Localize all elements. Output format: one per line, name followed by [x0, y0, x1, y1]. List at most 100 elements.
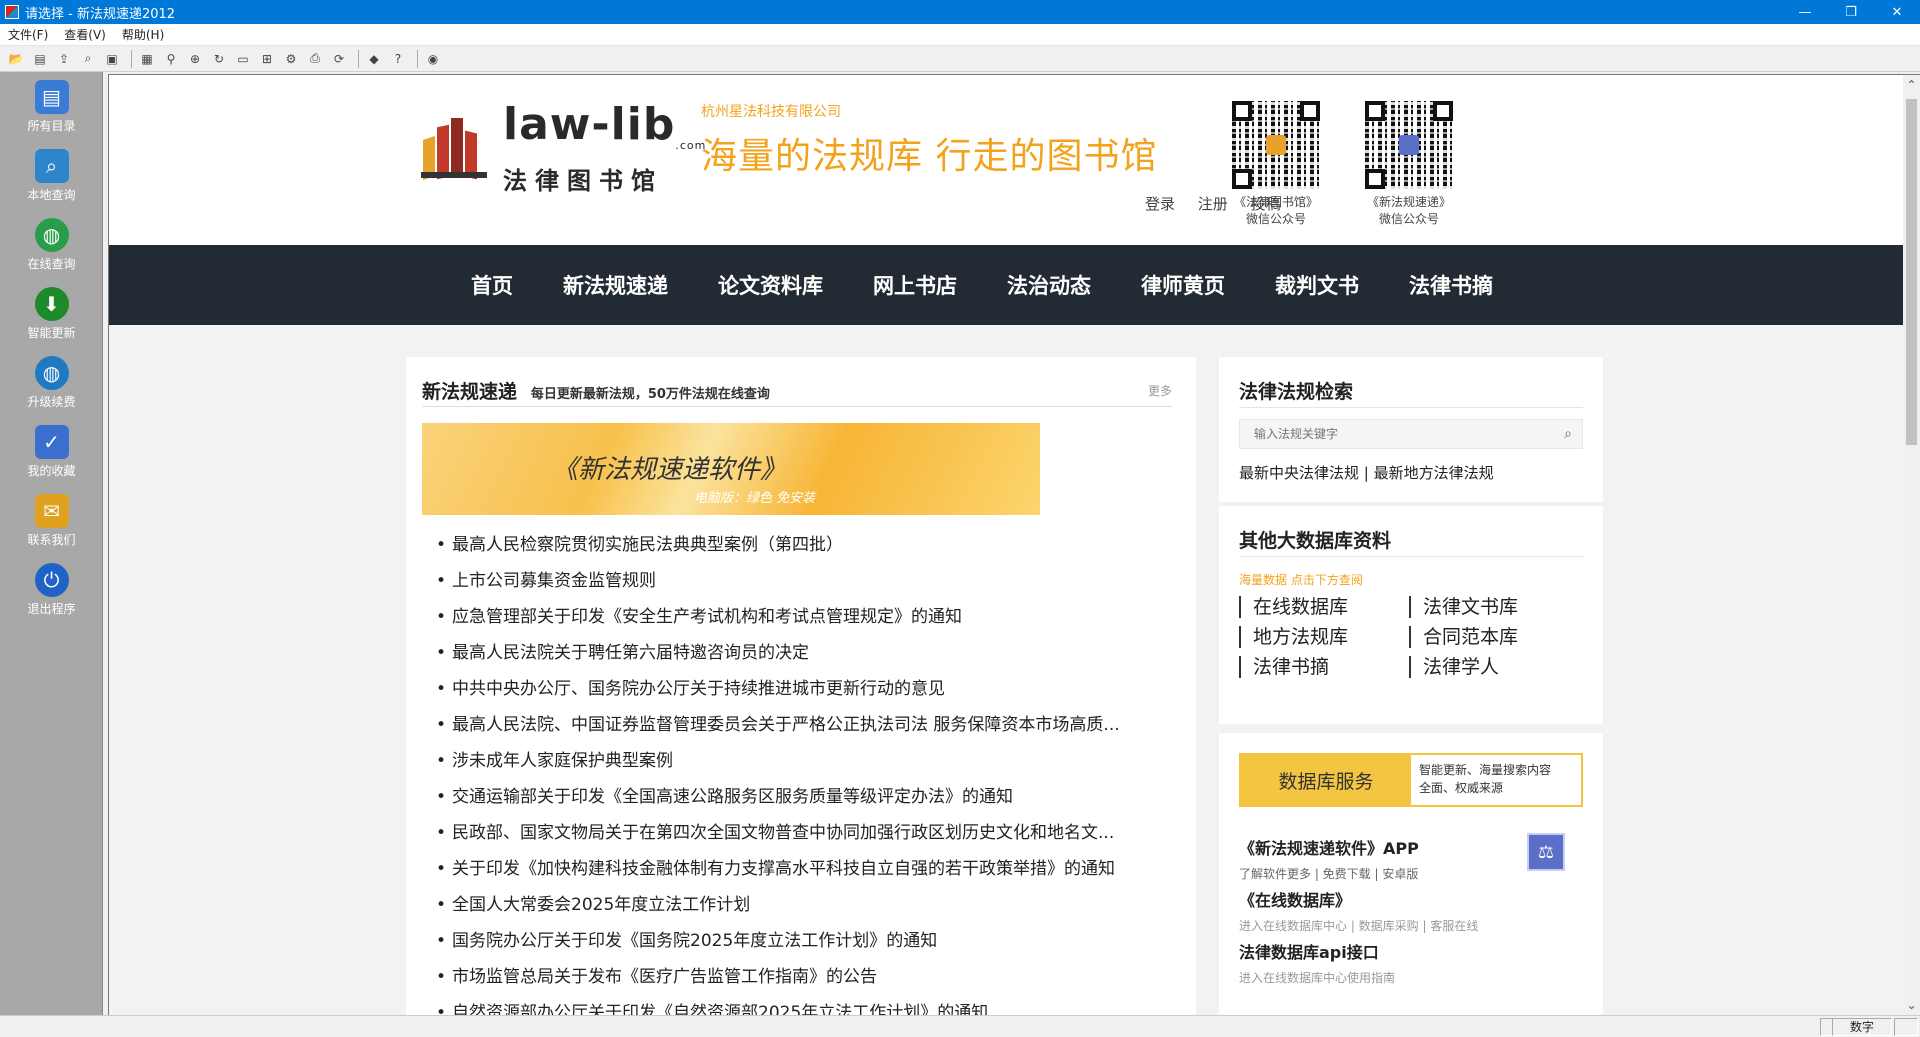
- news-item[interactable]: 民政部、国家文物局关于在第四次全国文物普查中协同加强行政区划历史文化和地名文..…: [436, 815, 1176, 851]
- news-item[interactable]: 中共中央办公厅、国务院办公厅关于持续推进城市更新行动的意见: [436, 671, 1176, 707]
- minimize-button[interactable]: —: [1782, 0, 1828, 24]
- news-item[interactable]: 自然资源部办公厅关于印发《自然资源部2025年立法工作计划》的通知: [436, 995, 1176, 1015]
- software-banner[interactable]: 《新法规速递软件》 电脑版：绿色 免安装: [422, 423, 1040, 515]
- nav-home[interactable]: 首页: [471, 270, 513, 300]
- menu-help[interactable]: 帮助(H): [114, 26, 172, 43]
- network-icon[interactable]: ⊞: [257, 49, 277, 69]
- service-item-api: 法律数据库api接口 进入在线数据库中心使用指南: [1239, 939, 1395, 986]
- more-link[interactable]: 更多: [1148, 382, 1172, 399]
- database-link[interactable]: 合同范本库: [1409, 626, 1579, 648]
- divider: [1239, 407, 1583, 408]
- news-item[interactable]: 全国人大常委会2025年度立法工作计划: [436, 887, 1176, 923]
- scroll-up-icon[interactable]: ⌃: [1903, 77, 1920, 94]
- power-icon: ⏻: [34, 562, 69, 597]
- vertical-scrollbar[interactable]: ⌃ ⌄: [1903, 75, 1920, 1015]
- database-link[interactable]: 在线数据库: [1239, 596, 1409, 618]
- nav-digests[interactable]: 法律书摘: [1409, 270, 1493, 300]
- sidebar-item-upgrade[interactable]: ◍ 升级续费: [0, 348, 103, 417]
- qr-law-library: 《法律图书馆》 微信公众号: [1231, 101, 1321, 227]
- nav-bookstore[interactable]: 网上书店: [873, 270, 957, 300]
- qr-new-regulations: 《新法规速递》 微信公众号: [1364, 101, 1454, 227]
- service-item-title[interactable]: 法律数据库api接口: [1239, 939, 1395, 963]
- globe-icon: ◍: [34, 217, 69, 252]
- scroll-down-icon[interactable]: ⌄: [1903, 997, 1920, 1014]
- menu-view[interactable]: 查看(V): [56, 26, 114, 43]
- menu-file[interactable]: 文件(F): [0, 26, 56, 43]
- sidebar-item-contact[interactable]: ✉ 联系我们: [0, 486, 103, 555]
- help-icon[interactable]: ?: [388, 49, 408, 69]
- update-icon[interactable]: ⟳: [329, 49, 349, 69]
- database-link[interactable]: 法律学人: [1409, 656, 1579, 678]
- nav-judgments[interactable]: 裁判文书: [1275, 270, 1359, 300]
- title-bar: 请选择 - 新法规速递2012 — ❐ ✕: [0, 0, 1920, 24]
- search-box: ⌕: [1239, 419, 1583, 449]
- about-icon[interactable]: ◉: [423, 49, 443, 69]
- service-item-links[interactable]: 了解软件更多 | 免费下载 | 安卓版: [1239, 865, 1419, 882]
- menu-bar: 文件(F) 查看(V) 帮助(H): [0, 24, 1920, 46]
- nav-new-regulations[interactable]: 新法规速递: [563, 270, 668, 300]
- register-link[interactable]: 注册: [1198, 195, 1228, 213]
- print-icon[interactable]: ⎙: [305, 49, 325, 69]
- scales-app-icon[interactable]: ⚖: [1527, 833, 1565, 871]
- news-item[interactable]: 最高人民检察院贯彻实施民法典典型案例（第四批）: [436, 527, 1176, 563]
- search-icon[interactable]: ⌕: [1564, 426, 1572, 442]
- database-link[interactable]: 法律书摘: [1239, 656, 1409, 678]
- sidebar-item-label: 在线查询: [27, 256, 76, 271]
- maximize-button[interactable]: ❐: [1828, 0, 1874, 24]
- sidebar-item-exit[interactable]: ⏻ 退出程序: [0, 555, 103, 624]
- document-icon[interactable]: ▤: [30, 49, 50, 69]
- card-header: 新法规速递 每日更新最新法规，50万件法规在线查询 更多: [422, 377, 1172, 407]
- sidebar-item-favorites[interactable]: ✓ 我的收藏: [0, 417, 103, 486]
- service-item-links[interactable]: 进入在线数据库中心使用指南: [1239, 969, 1395, 986]
- sidebar-item-local-search[interactable]: ⌕ 本地查询: [0, 141, 103, 210]
- close-button[interactable]: ✕: [1874, 0, 1920, 24]
- news-item[interactable]: 交通运输部关于印发《全国高速公路服务区服务质量等级评定办法》的通知: [436, 779, 1176, 815]
- database-link[interactable]: 法律文书库: [1409, 596, 1579, 618]
- service-item-title[interactable]: 《在线数据库》: [1239, 887, 1478, 911]
- refresh-icon[interactable]: ↻: [209, 49, 229, 69]
- news-item[interactable]: 应急管理部关于印发《安全生产考试机构和考试点管理规定》的通知: [436, 599, 1176, 635]
- news-item[interactable]: 最高人民法院关于聘任第六届特邀咨询员的决定: [436, 635, 1176, 671]
- service-description: 智能更新、海量搜索内容 全面、权威来源: [1419, 763, 1552, 795]
- binoculars-icon[interactable]: ⚲: [161, 49, 181, 69]
- save-icon[interactable]: ▣: [102, 49, 122, 69]
- service-item-title[interactable]: 《新法规速递软件》APP: [1239, 835, 1419, 859]
- news-item[interactable]: 上市公司募集资金监管规则: [436, 563, 1176, 599]
- web-content[interactable]: law-lib.com 法律图书馆 杭州星法科技有限公司 海量的法规库 行走的图…: [108, 74, 1920, 1015]
- login-link[interactable]: 登录: [1145, 195, 1175, 213]
- search-input[interactable]: [1240, 420, 1540, 448]
- slogan: 海量的法规库 行走的图书馆: [701, 136, 1158, 177]
- site-logo[interactable]: law-lib.com 法律图书馆: [417, 103, 706, 194]
- sidebar-item-all-directories[interactable]: ▤ 所有目录: [0, 72, 103, 141]
- open-folder-icon[interactable]: 📂: [6, 49, 26, 69]
- service-item-links[interactable]: 进入在线数据库中心 | 数据库采购 | 客服在线: [1239, 917, 1478, 934]
- sidebar-item-label: 升级续费: [27, 394, 76, 409]
- sidebar-item-smart-update[interactable]: ⬇ 智能更新: [0, 279, 103, 348]
- databases-title: 其他大数据库资料: [1239, 530, 1392, 552]
- news-item[interactable]: 市场监管总局关于发布《医疗广告监管工作指南》的公告: [436, 959, 1176, 995]
- sidebar-item-label: 联系我们: [27, 532, 76, 547]
- qr-caption: 微信公众号: [1378, 212, 1439, 226]
- envelope-icon: ✉: [34, 493, 69, 528]
- nav-papers[interactable]: 论文资料库: [718, 270, 823, 300]
- sidebar-item-label: 退出程序: [27, 601, 76, 616]
- card-icon[interactable]: ▭: [233, 49, 253, 69]
- zoom-icon[interactable]: ⊕: [185, 49, 205, 69]
- nav-lawyers[interactable]: 律师黄页: [1141, 270, 1225, 300]
- latest-regulations-links[interactable]: 最新中央法律法规 | 最新地方法律法规: [1239, 462, 1494, 483]
- database-link[interactable]: 地方法规库: [1239, 626, 1409, 648]
- news-item[interactable]: 关于印发《加快构建科技金融体制有力支撑高水平科技自立自强的若干政策举措》的通知: [436, 851, 1176, 887]
- news-item[interactable]: 国务院办公厅关于印发《国务院2025年度立法工作计划》的通知: [436, 923, 1176, 959]
- service-item-app: 《新法规速递软件》APP 了解软件更多 | 免费下载 | 安卓版: [1239, 835, 1419, 882]
- nav-legal-news[interactable]: 法治动态: [1007, 270, 1091, 300]
- book-icon[interactable]: ◆: [364, 49, 384, 69]
- settings-icon[interactable]: ⚙: [281, 49, 301, 69]
- news-item[interactable]: 最高人民法院、中国证券监督管理委员会关于严格公正执法司法 服务保障资本市场高质.…: [436, 707, 1176, 743]
- search-title: 法律法规检索: [1239, 381, 1354, 403]
- news-item[interactable]: 涉未成年人家庭保护典型案例: [436, 743, 1176, 779]
- sidebar-item-online-search[interactable]: ◍ 在线查询: [0, 210, 103, 279]
- grid-icon[interactable]: ▦: [137, 49, 157, 69]
- search-doc-icon[interactable]: ⌕: [78, 49, 98, 69]
- scrollbar-thumb[interactable]: [1906, 99, 1917, 445]
- export-icon[interactable]: ⇪: [54, 49, 74, 69]
